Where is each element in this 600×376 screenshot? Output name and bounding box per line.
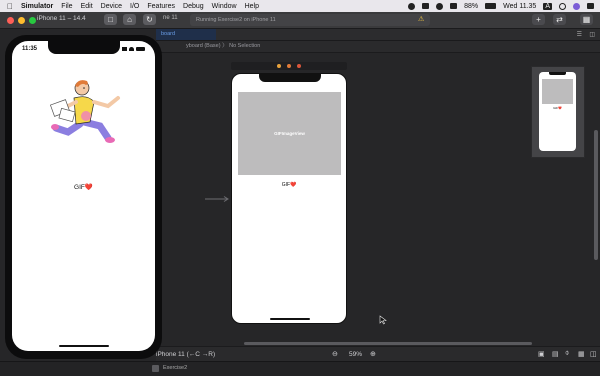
status-bar-time: 11:35: [22, 46, 38, 52]
gif-image-view[interactable]: GIFImageView: [238, 92, 341, 175]
battery-icon: [136, 47, 145, 51]
zoom-in-icon[interactable]: ⊕: [370, 350, 376, 358]
search-icon[interactable]: [559, 2, 566, 10]
apple-menu-icon[interactable]: : [7, 2, 13, 11]
exit-icon[interactable]: [297, 64, 301, 68]
entry-point-arrow-icon[interactable]: [205, 196, 229, 202]
menu-help[interactable]: Help: [245, 3, 259, 10]
menu-bar:  Simulator File Edit Device I/O Feature…: [0, 0, 600, 12]
warning-icon[interactable]: ⚠: [418, 15, 424, 23]
record-icon[interactable]: [408, 2, 416, 10]
update-frames-icon[interactable]: ▣: [538, 350, 545, 358]
canvas-bottom-bar: iPhone 11 (←C →R) ⊖ 59% ⊕ ▣ ▤ ⌽ ▦ ◫: [156, 346, 600, 362]
resolve-icon[interactable]: ▦: [578, 350, 585, 358]
embed-icon[interactable]: ◫: [590, 350, 597, 358]
zoom-level[interactable]: 59%: [349, 351, 362, 358]
screenshot-icon[interactable]: □: [104, 14, 117, 25]
minimap-notch: [549, 72, 566, 75]
debug-bar: Exercise2: [0, 361, 600, 376]
minimap-image: [542, 79, 573, 104]
cellular-icon: [122, 47, 127, 51]
minimap-label: GIF❤️: [553, 106, 562, 110]
simulator-screen[interactable]: 11:35 GIF❤️: [12, 41, 155, 351]
app-icon: [152, 365, 159, 372]
home-indicator[interactable]: [59, 345, 109, 347]
wifi-icon[interactable]: [450, 3, 458, 9]
simulator-device: 11:35 GIF❤️: [5, 35, 162, 359]
vertical-scrollbar[interactable]: [594, 130, 598, 260]
scene-dock[interactable]: [231, 62, 347, 70]
zoom-button[interactable]: [29, 17, 36, 24]
debug-target[interactable]: Exercise2: [163, 365, 187, 371]
menu-debug[interactable]: Debug: [183, 3, 204, 10]
battery-percent: 88%: [464, 2, 479, 10]
align-icon[interactable]: ▤: [552, 350, 559, 358]
image-placeholder-text: GIFImageView: [274, 131, 305, 136]
close-button[interactable]: [7, 17, 14, 24]
breadcrumb-text[interactable]: yboard (Base) 〉 No Selection: [156, 43, 260, 49]
menu-device[interactable]: Device: [101, 3, 122, 10]
first-responder-icon[interactable]: [287, 64, 291, 68]
minimize-button[interactable]: [18, 17, 25, 24]
menu-app-name[interactable]: Simulator: [21, 3, 53, 10]
inspector-icon[interactable]: ▦: [580, 14, 593, 25]
breadcrumb: yboard (Base) 〉 No Selection: [156, 41, 600, 53]
zoom-out-icon[interactable]: ⊖: [332, 350, 338, 358]
tab-storyboard[interactable]: board: [161, 31, 175, 37]
clock[interactable]: Wed 11.35: [503, 3, 536, 10]
control-center-icon[interactable]: [587, 3, 594, 9]
view-controller-icon[interactable]: [277, 64, 281, 68]
menu-file[interactable]: File: [61, 3, 72, 10]
storyboard-gif-label[interactable]: GIF❤️: [232, 182, 346, 188]
device-config-button[interactable]: iPhone 11 (←C →R): [156, 351, 215, 358]
running-person-gif: [49, 80, 120, 143]
add-icon[interactable]: +: [532, 14, 545, 25]
editor-tab-bar: board ☰ ◫: [156, 29, 600, 41]
window-title: iPhone 11 – 14.4: [37, 15, 86, 22]
canvas-minimap[interactable]: GIF❤️: [531, 66, 585, 158]
screen-icon[interactable]: [422, 3, 430, 9]
input-source-icon[interactable]: A: [543, 2, 552, 10]
device-notch: [48, 41, 120, 54]
activity-status: Running Exercise2 on iPhone 11: [190, 14, 430, 26]
home-icon[interactable]: ⌂: [123, 14, 136, 25]
storyboard-scene[interactable]: GIFImageView GIF❤️: [231, 73, 347, 324]
menu-window[interactable]: Window: [212, 3, 237, 10]
menu-io[interactable]: I/O: [130, 3, 139, 10]
simulator-gif-label: GIF❤️: [74, 184, 93, 191]
split-editor-icon[interactable]: ◫: [589, 31, 595, 38]
menu-edit[interactable]: Edit: [81, 3, 93, 10]
editor-options-icon[interactable]: ☰: [577, 31, 582, 38]
horizontal-scrollbar[interactable]: [244, 342, 532, 345]
menu-features[interactable]: Features: [147, 3, 175, 10]
navigate-icon[interactable]: ⇄: [553, 14, 566, 25]
status-text: Running Exercise2 on iPhone 11: [196, 17, 276, 23]
scheme-device[interactable]: ne 11: [163, 15, 178, 21]
rotate-icon[interactable]: ↻: [143, 14, 156, 25]
pin-icon[interactable]: ⌽: [565, 350, 569, 358]
cloud-icon[interactable]: [436, 2, 444, 10]
status-bar-icons: [122, 47, 145, 51]
battery-icon[interactable]: [485, 3, 497, 9]
mouse-cursor-icon: [379, 315, 387, 325]
device-notch: [259, 73, 321, 82]
siri-icon[interactable]: [573, 2, 580, 10]
wifi-icon: [129, 47, 134, 51]
minimap-scene: GIF❤️: [539, 72, 576, 151]
xcode-toolbar: iPhone 11 – 14.4 □ ⌂ ↻ ne 11 Running Exe…: [0, 12, 600, 29]
home-indicator: [270, 318, 310, 320]
